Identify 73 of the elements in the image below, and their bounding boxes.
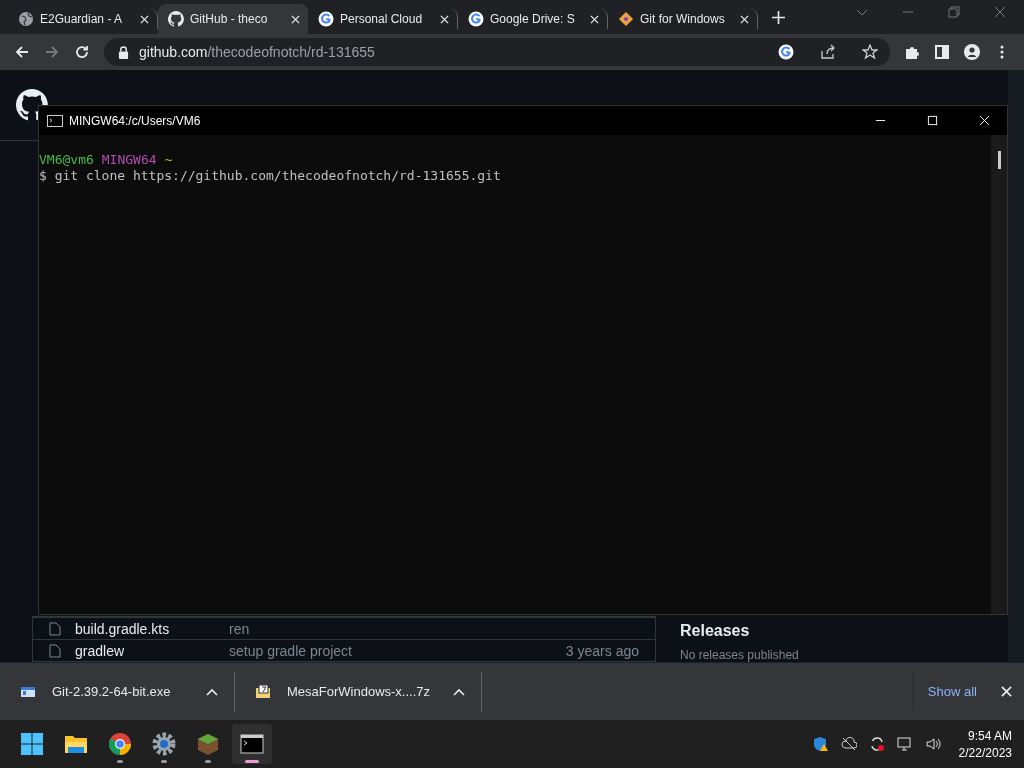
prompt-directory: ~: [164, 152, 173, 168]
file-icon: [49, 643, 61, 658]
profile-icon[interactable]: [964, 44, 980, 60]
download-file-name: Git-2.39.2-64-bit.exe: [52, 684, 172, 699]
shield-warning-icon[interactable]: [812, 736, 829, 752]
octocat-icon: [168, 11, 184, 27]
browser-tab[interactable]: Google Drive: S: [458, 9, 608, 29]
close-tab-icon[interactable]: [440, 14, 449, 24]
cloud-off-icon[interactable]: [840, 736, 857, 752]
tab-title: E2Guardian - A: [40, 12, 123, 26]
globe-icon: [18, 11, 34, 27]
commit-time: 3 years ago: [565, 642, 639, 659]
clock[interactable]: 9:54 AM 2/22/2023: [948, 728, 1024, 760]
tab-title: Personal Cloud: [340, 12, 423, 26]
browser-tab[interactable]: GitHub - theco: [158, 4, 308, 34]
browser-tab[interactable]: Personal Cloud: [308, 9, 458, 29]
caret-up-icon[interactable]: [206, 687, 218, 696]
windows-start-icon[interactable]: [20, 732, 44, 756]
console-icon: [47, 114, 63, 127]
tab-title: Google Drive: S: [490, 12, 575, 26]
prompt-env: MINGW64: [101, 152, 157, 168]
browser-tab[interactable]: E2Guardian - A: [8, 9, 158, 29]
google-icon[interactable]: [778, 44, 794, 60]
show-all-button[interactable]: Show all: [912, 672, 991, 711]
star-icon[interactable]: [862, 44, 878, 60]
forward-arrow-icon[interactable]: [44, 44, 60, 60]
clock-time: 9:54 AM: [967, 728, 1012, 743]
commit-message[interactable]: setup gradle project: [229, 642, 352, 659]
side-panel-icon[interactable]: [934, 44, 950, 60]
url-text: github.com/thecodeofnotch/rd-131655: [139, 44, 375, 60]
reload-icon[interactable]: [74, 44, 90, 60]
close-tab-icon[interactable]: [740, 14, 749, 24]
console-icon[interactable]: [240, 732, 264, 756]
caret-up-icon[interactable]: [453, 687, 465, 696]
google-icon: [318, 11, 334, 27]
restore-icon[interactable]: [948, 6, 960, 18]
releases-note: No releases published: [680, 648, 799, 662]
speaker-icon[interactable]: [924, 736, 941, 752]
download-item[interactable]: Git-2.39.2-64-bit.exe: [0, 671, 235, 712]
file-icon: [49, 621, 61, 636]
chrome-icon[interactable]: [108, 732, 132, 756]
releases-heading[interactable]: Releases: [680, 622, 799, 640]
sync-error-icon[interactable]: [868, 736, 885, 752]
gear-icon[interactable]: [152, 732, 176, 756]
window-title: MINGW64:/c/Users/VM6: [69, 113, 201, 128]
prompt-user: VM6@vm6: [39, 152, 94, 168]
command-line: $ git clone https://github.com/thecodeofnotch/rd-131655.git: [39, 168, 502, 184]
share-icon[interactable]: [820, 44, 836, 60]
maximize-icon[interactable]: [927, 115, 938, 126]
close-tab-icon[interactable]: [291, 14, 300, 24]
lock-icon: [118, 45, 129, 59]
scrollbar[interactable]: [991, 135, 1007, 614]
address-bar[interactable]: github.com/thecodeofnotch/rd-131655: [104, 38, 890, 66]
close-tab-icon[interactable]: [140, 14, 149, 24]
new-tab-icon[interactable]: [772, 11, 785, 24]
tab-title: GitHub - theco: [190, 12, 268, 26]
puzzle-icon[interactable]: [904, 44, 920, 60]
close-tab-icon[interactable]: [590, 14, 599, 24]
tab-title: Git for Windows: [640, 12, 725, 26]
clock-date: 2/22/2023: [958, 745, 1012, 760]
download-item[interactable]: MesaForWindows-x....7z: [235, 671, 482, 712]
back-arrow-icon[interactable]: [14, 44, 30, 60]
browser-tab[interactable]: Git for Windows: [608, 9, 758, 29]
file-name[interactable]: gradlew: [75, 642, 215, 659]
monitor-network-icon[interactable]: [896, 736, 913, 752]
grass-block-icon[interactable]: [196, 732, 220, 756]
program-file-icon: [20, 684, 36, 699]
download-file-name: MesaForWindows-x....7z: [287, 684, 432, 699]
archive-file-icon: [255, 684, 271, 699]
commit-message[interactable]: ren: [229, 620, 250, 637]
file-name[interactable]: build.gradle.kts: [75, 620, 215, 637]
scrollbar[interactable]: [1008, 70, 1024, 662]
google-icon: [468, 11, 484, 27]
